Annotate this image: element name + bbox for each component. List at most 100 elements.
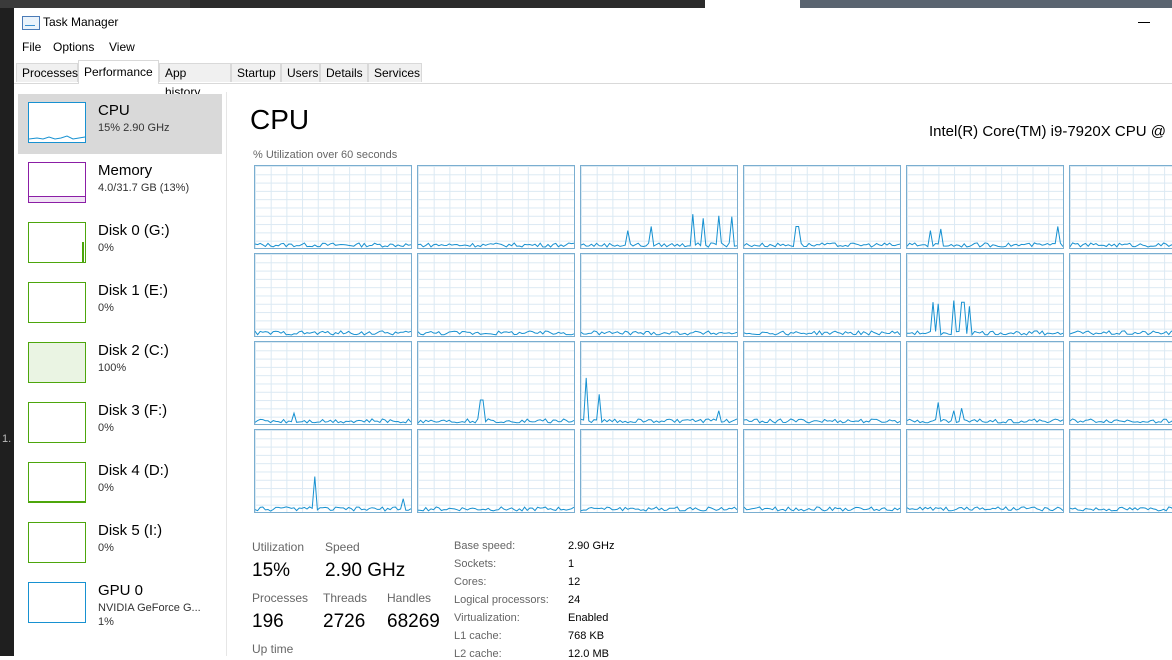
sidebar-item-label: Disk 5 (I:) bbox=[98, 522, 163, 539]
sidebar-item-cpu[interactable]: CPU 15% 2.90 GHz bbox=[18, 94, 222, 154]
minimize-button[interactable] bbox=[1130, 12, 1160, 32]
core-graph-12 bbox=[254, 341, 412, 425]
desktop-background-left: 1. bbox=[0, 8, 14, 656]
desktop-background bbox=[0, 0, 1172, 8]
sidebar-item-label: GPU 0 bbox=[98, 582, 144, 599]
disk-thumbnail-graph bbox=[28, 462, 86, 503]
sidebar-item-value: 0% bbox=[98, 242, 114, 254]
threads-label: Threads bbox=[323, 591, 368, 605]
core-graph-16 bbox=[906, 341, 1064, 425]
core-graph-21 bbox=[743, 429, 901, 513]
utilization-label: Utilization bbox=[252, 540, 305, 554]
sidebar-item-value: NVIDIA GeForce G... bbox=[98, 602, 201, 614]
sidebar-item-label: CPU bbox=[98, 102, 130, 119]
spec-value: 12 bbox=[568, 576, 581, 588]
sidebar-item-value-2: 1% bbox=[98, 616, 114, 628]
menu-view[interactable]: View bbox=[109, 40, 135, 54]
core-graph-7 bbox=[417, 253, 575, 337]
sidebar-item-label: Disk 1 (E:) bbox=[98, 282, 169, 299]
tab-users[interactable]: Users bbox=[281, 63, 320, 82]
core-graph-10 bbox=[906, 253, 1064, 337]
core-graph-11 bbox=[1069, 253, 1172, 337]
spec-key: Base speed: bbox=[454, 540, 516, 552]
uptime-label: Up time bbox=[252, 642, 294, 656]
disk-thumbnail-graph bbox=[28, 282, 86, 323]
gpu-thumbnail-graph bbox=[28, 582, 86, 623]
core-graph-2 bbox=[580, 165, 738, 249]
sidebar-item-value: 0% bbox=[98, 542, 114, 554]
sidebar-item-label: Disk 4 (D:) bbox=[98, 462, 169, 479]
sidebar-item-value: 0% bbox=[98, 422, 114, 434]
spec-key: L1 cache: bbox=[454, 630, 502, 642]
cpu-stats: Utilization 15% Speed 2.90 GHz Processes… bbox=[250, 538, 1172, 660]
sidebar-item-disk-1[interactable]: Disk 1 (E:) 0% bbox=[18, 274, 222, 334]
spec-value: 2.90 GHz bbox=[568, 540, 615, 552]
core-graph-22 bbox=[906, 429, 1064, 513]
cpu-model-name: Intel(R) Core(TM) i9-7920X CPU @ bbox=[929, 123, 1166, 140]
core-graph-15 bbox=[743, 341, 901, 425]
tab-app-history[interactable]: App history bbox=[159, 63, 231, 99]
sidebar-item-value: 4.0/31.7 GB (13%) bbox=[98, 182, 190, 194]
processes-value: 196 bbox=[252, 611, 284, 632]
sidebar-item-label: Memory bbox=[98, 162, 153, 179]
spec-key: Cores: bbox=[454, 576, 487, 588]
sidebar-item-disk-5[interactable]: Disk 5 (I:) 0% bbox=[18, 514, 222, 574]
page-title: CPU bbox=[250, 104, 310, 135]
sidebar-item-disk-2[interactable]: Disk 2 (C:) 100% bbox=[18, 334, 222, 394]
tab-details[interactable]: Details bbox=[320, 63, 368, 82]
tab-startup[interactable]: Startup bbox=[231, 63, 281, 82]
sidebar-item-value: 15% 2.90 GHz bbox=[98, 122, 170, 134]
threads-value: 2726 bbox=[323, 611, 366, 632]
handles-value: 68269 bbox=[387, 611, 440, 632]
core-graph-1 bbox=[417, 165, 575, 249]
processes-label: Processes bbox=[252, 591, 309, 605]
cpu-performance-panel: CPU Intel(R) Core(TM) i9-7920X CPU @ % U… bbox=[250, 100, 1172, 660]
core-graph-23 bbox=[1069, 429, 1172, 513]
sidebar-item-value: 0% bbox=[98, 302, 114, 314]
core-graph-0 bbox=[254, 165, 412, 249]
sidebar-item-memory[interactable]: Memory 4.0/31.7 GB (13%) bbox=[18, 154, 222, 214]
sidebar-item-value: 100% bbox=[98, 362, 127, 374]
sidebar-item-disk-0[interactable]: Disk 0 (G:) 0% bbox=[18, 214, 222, 274]
menu-options[interactable]: Options bbox=[53, 40, 94, 54]
disk-thumbnail-graph bbox=[28, 522, 86, 563]
title-bar: Task Manager bbox=[14, 8, 1172, 38]
spec-key: Virtualization: bbox=[454, 612, 520, 624]
handles-label: Handles bbox=[387, 591, 432, 605]
core-graph-4 bbox=[906, 165, 1064, 249]
tab-performance[interactable]: Performance bbox=[78, 60, 159, 84]
core-graph-6 bbox=[254, 253, 412, 337]
utilization-caption: % Utilization over 60 seconds bbox=[253, 149, 398, 161]
core-graph-8 bbox=[580, 253, 738, 337]
task-manager-icon bbox=[22, 16, 40, 30]
sidebar-item-disk-4[interactable]: Disk 4 (D:) 0% bbox=[18, 454, 222, 514]
spec-value: 1 bbox=[568, 558, 575, 570]
spec-value: 12.0 MB bbox=[568, 648, 609, 660]
sidebar-item-label: Disk 0 (G:) bbox=[98, 222, 170, 239]
disk-thumbnail-graph bbox=[28, 402, 86, 443]
core-graph-14 bbox=[580, 341, 738, 425]
disk-thumbnail-graph bbox=[28, 222, 86, 263]
window-title: Task Manager bbox=[43, 15, 119, 29]
sidebar-item-gpu-0[interactable]: GPU 0 NVIDIA GeForce G... 1% bbox=[18, 574, 222, 634]
cpu-thumbnail-graph bbox=[28, 102, 86, 143]
speed-value: 2.90 GHz bbox=[325, 560, 406, 581]
spec-key: Sockets: bbox=[454, 558, 497, 570]
tab-bar: Processes Performance App history Startu… bbox=[14, 60, 1172, 99]
sidebar-item-disk-3[interactable]: Disk 3 (F:) 0% bbox=[18, 394, 222, 454]
spec-value: 768 KB bbox=[568, 630, 605, 642]
spec-value: Enabled bbox=[568, 612, 609, 624]
spec-key: Logical processors: bbox=[454, 594, 549, 606]
spec-key: L2 cache: bbox=[454, 648, 502, 660]
core-graph-5 bbox=[1069, 165, 1172, 249]
speed-label: Speed bbox=[325, 540, 360, 554]
menu-file[interactable]: File bbox=[22, 40, 41, 54]
tab-processes[interactable]: Processes bbox=[16, 63, 78, 82]
sidebar-item-label: Disk 3 (F:) bbox=[98, 402, 168, 419]
sidebar-item-label: Disk 2 (C:) bbox=[98, 342, 169, 359]
spec-value: 24 bbox=[568, 594, 581, 606]
tab-services[interactable]: Services bbox=[368, 63, 422, 82]
memory-thumbnail-graph bbox=[28, 162, 86, 203]
core-graph-19 bbox=[417, 429, 575, 513]
core-graph-20 bbox=[580, 429, 738, 513]
